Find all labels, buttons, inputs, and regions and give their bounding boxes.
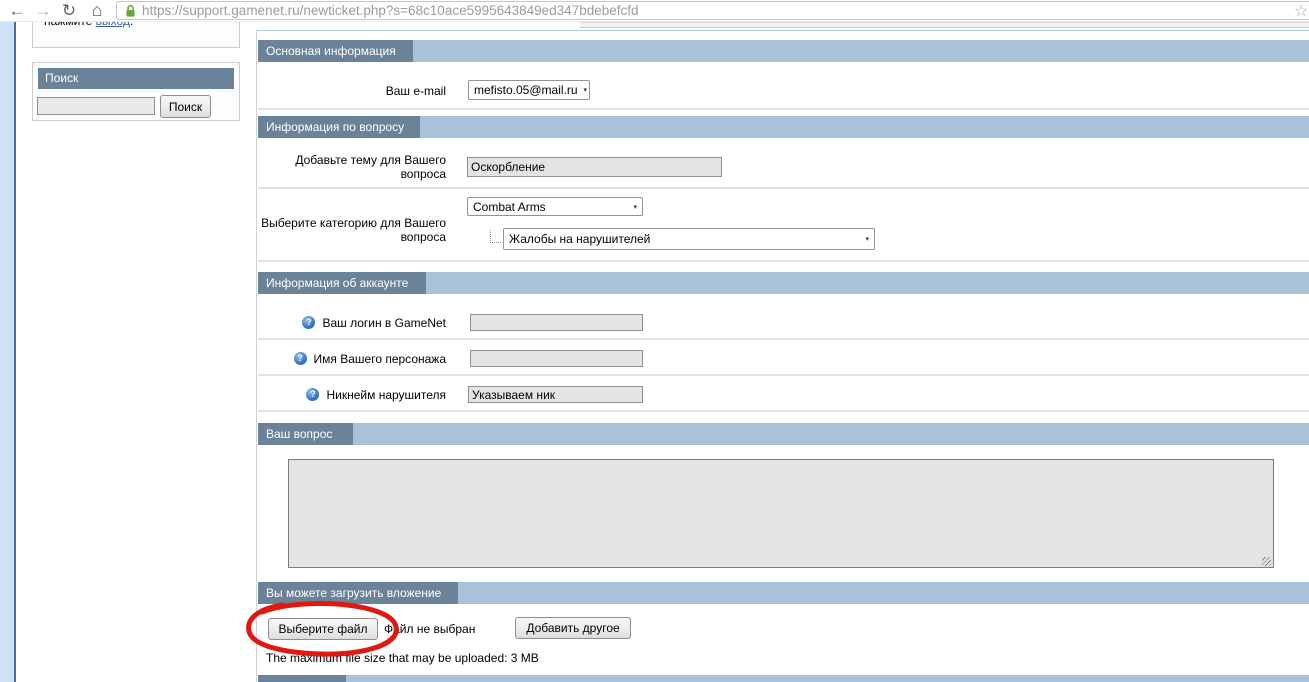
category-select-value: Combat Arms	[473, 199, 546, 214]
section-header-account: Информация об аккаунте	[258, 272, 1309, 294]
section-header-basic: Основная информация	[258, 40, 1309, 62]
chevron-down-icon: ▾	[865, 236, 869, 243]
section-title-account: Информация об аккаунте	[258, 272, 426, 294]
left-blue-line	[14, 22, 16, 682]
subject-label: Добавьте тему для Вашего вопроса	[295, 153, 446, 181]
section-header-question: Ваш вопрос	[258, 423, 1309, 445]
help-icon[interactable]: ?	[293, 352, 307, 365]
help-icon[interactable]: ?	[306, 388, 320, 401]
padlock-icon	[126, 4, 135, 17]
left-blue-strip	[0, 22, 14, 682]
subcategory-select-value: Жалобы на нарушителей	[509, 232, 651, 246]
add-another-button[interactable]: Добавить другое	[515, 617, 631, 639]
chevron-down-icon: ▾	[633, 203, 637, 211]
main-box-left-border	[256, 30, 257, 682]
divider	[258, 187, 1309, 189]
category-label: Выберите категорию для Вашего вопроса	[261, 216, 446, 244]
resize-grip-icon[interactable]	[1262, 557, 1271, 566]
section-title-attachment: Вы можете загрузить вложение	[258, 582, 458, 604]
search-panel-header: Поиск	[38, 68, 234, 89]
home-icon[interactable]: ⌂	[86, 0, 108, 22]
character-label-row: ? Имя Вашего персонажа	[258, 350, 446, 367]
no-file-text: Файл не выбран	[384, 622, 476, 636]
login-input[interactable]	[470, 314, 643, 331]
character-input[interactable]	[470, 350, 643, 367]
help-icon[interactable]: ?	[302, 316, 316, 329]
section-title-partial	[258, 675, 346, 682]
search-button[interactable]: Поиск	[160, 95, 211, 118]
character-label: Имя Вашего персонажа	[313, 351, 446, 366]
url-text: https://support.gamenet.ru/newticket.php…	[142, 3, 639, 18]
top-gray-band	[580, 22, 1309, 28]
violator-label-row: ? Никнейм нарушителя	[258, 386, 446, 403]
section-header-attachment: Вы можете загрузить вложение	[258, 582, 1309, 604]
reload-icon[interactable]: ↻	[58, 0, 80, 22]
section-title-question-info: Информация по вопросу	[258, 116, 420, 138]
login-label: Ваш логин в GameNet	[322, 315, 446, 330]
section-header-question-info: Информация по вопросу	[258, 116, 1309, 138]
subcategory-select[interactable]: Жалобы на нарушителей ▾	[503, 228, 875, 250]
category-select[interactable]: Combat Arms ▾	[467, 197, 643, 216]
page: нажмите выход. ← → ↻ ⌂ https://support.g…	[0, 0, 1309, 682]
choose-file-button[interactable]: Выберите файл	[268, 618, 378, 640]
subject-input[interactable]	[467, 157, 722, 177]
tree-indent-icon	[490, 230, 501, 243]
browser-toolbar: ← → ↻ ⌂ https://support.gamenet.ru/newti…	[0, 0, 1309, 22]
email-select-value: mefisto.05@mail.ru	[474, 83, 578, 97]
violator-label: Никнейм нарушителя	[326, 387, 446, 402]
back-icon[interactable]: ←	[6, 0, 28, 22]
section-title-question: Ваш вопрос	[258, 423, 353, 445]
main-box-top-border	[256, 30, 1309, 31]
divider	[258, 108, 1309, 110]
search-input[interactable]	[37, 97, 155, 115]
divider	[258, 260, 1309, 262]
section-title-basic: Основная информация	[258, 40, 413, 62]
divider	[258, 410, 1309, 412]
email-label: Ваш e-mail	[385, 84, 446, 98]
max-size-text: The maximum file size that may be upload…	[266, 651, 539, 665]
divider	[258, 338, 1309, 340]
bookmark-star-icon[interactable]: ☆	[1294, 1, 1308, 21]
violator-input[interactable]	[468, 386, 643, 403]
chevron-down-icon: ▾	[583, 87, 588, 94]
divider	[258, 374, 1309, 376]
email-select[interactable]: mefisto.05@mail.ru ▾	[468, 80, 590, 100]
address-bar[interactable]: https://support.gamenet.ru/newticket.php…	[116, 1, 1309, 20]
section-header-partial	[258, 675, 1309, 682]
forward-icon[interactable]: →	[32, 0, 54, 22]
login-label-row: ? Ваш логин в GameNet	[258, 314, 446, 331]
question-textarea[interactable]	[288, 459, 1274, 568]
